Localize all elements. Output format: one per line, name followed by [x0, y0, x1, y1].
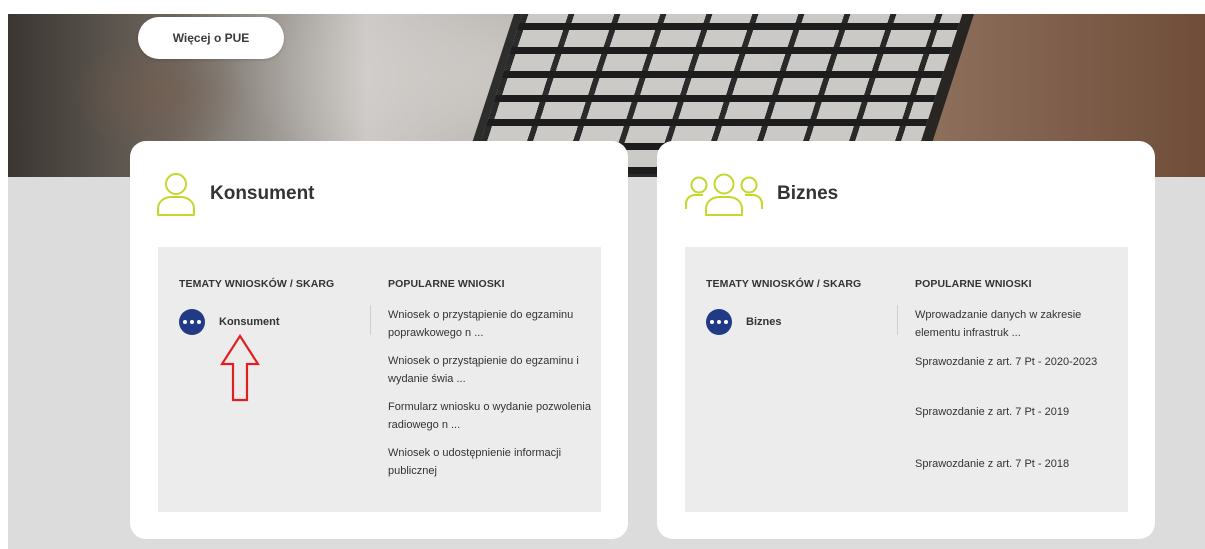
popular-heading: POPULARNE WNIOSKI [915, 278, 1032, 290]
topics-heading: TEMATY WNIOSKÓW / SKARG [179, 278, 335, 290]
popular-list: Wprowadzanie danych w zakresie elementu … [915, 306, 1120, 473]
more-about-pue-button[interactable]: Więcej o PUE [138, 17, 284, 59]
topic-consumer[interactable]: Konsument [179, 309, 280, 335]
topics-heading: TEMATY WNIOSKÓW / SKARG [706, 278, 862, 290]
popular-link[interactable]: Wprowadzanie danych w zakresie elementu … [915, 306, 1120, 342]
popular-link[interactable]: Wniosek o przystąpienie do egzaminu i wy… [388, 352, 593, 392]
page-background: Więcej o PUE Konsument TEMATY WNIOSKÓW /… [8, 14, 1205, 549]
business-card: Biznes TEMATY WNIOSKÓW / SKARG POPULARNE… [657, 141, 1155, 539]
topic-business[interactable]: Biznes [706, 309, 781, 335]
more-dots-icon [706, 309, 732, 335]
more-dots-icon [179, 309, 205, 335]
popular-link[interactable]: Wniosek o udostępnienie informacji publi… [388, 444, 593, 484]
popular-link[interactable]: Formularz wniosku o wydanie pozwolenia r… [388, 398, 593, 438]
popular-link[interactable]: Sprawozdanie z art. 7 Pt - 2018 [915, 455, 1120, 473]
topic-label: Biznes [746, 316, 782, 328]
person-outline-icon [157, 173, 195, 216]
consumer-card-header: Konsument [156, 169, 315, 219]
business-panel: TEMATY WNIOSKÓW / SKARG POPULARNE WNIOSK… [685, 247, 1128, 512]
topic-label: Konsument [219, 316, 280, 328]
popular-link[interactable]: Sprawozdanie z art. 7 Pt - 2019 [915, 403, 1120, 421]
consumer-title: Konsument [210, 183, 315, 204]
divider [897, 305, 898, 335]
people-group-icon [685, 173, 763, 216]
consumer-card: Konsument TEMATY WNIOSKÓW / SKARG POPULA… [130, 141, 628, 539]
red-arrow-up-icon [220, 334, 260, 402]
popular-heading: POPULARNE WNIOSKI [388, 278, 505, 290]
popular-link[interactable]: Wniosek o przystąpienie do egzaminu popr… [388, 306, 593, 346]
popular-link[interactable]: Sprawozdanie z art. 7 Pt - 2020-2023 [915, 353, 1120, 389]
divider [370, 305, 371, 335]
popular-list: Wniosek o przystąpienie do egzaminu popr… [388, 306, 593, 484]
business-title: Biznes [777, 183, 839, 204]
business-card-header: Biznes [685, 169, 838, 219]
